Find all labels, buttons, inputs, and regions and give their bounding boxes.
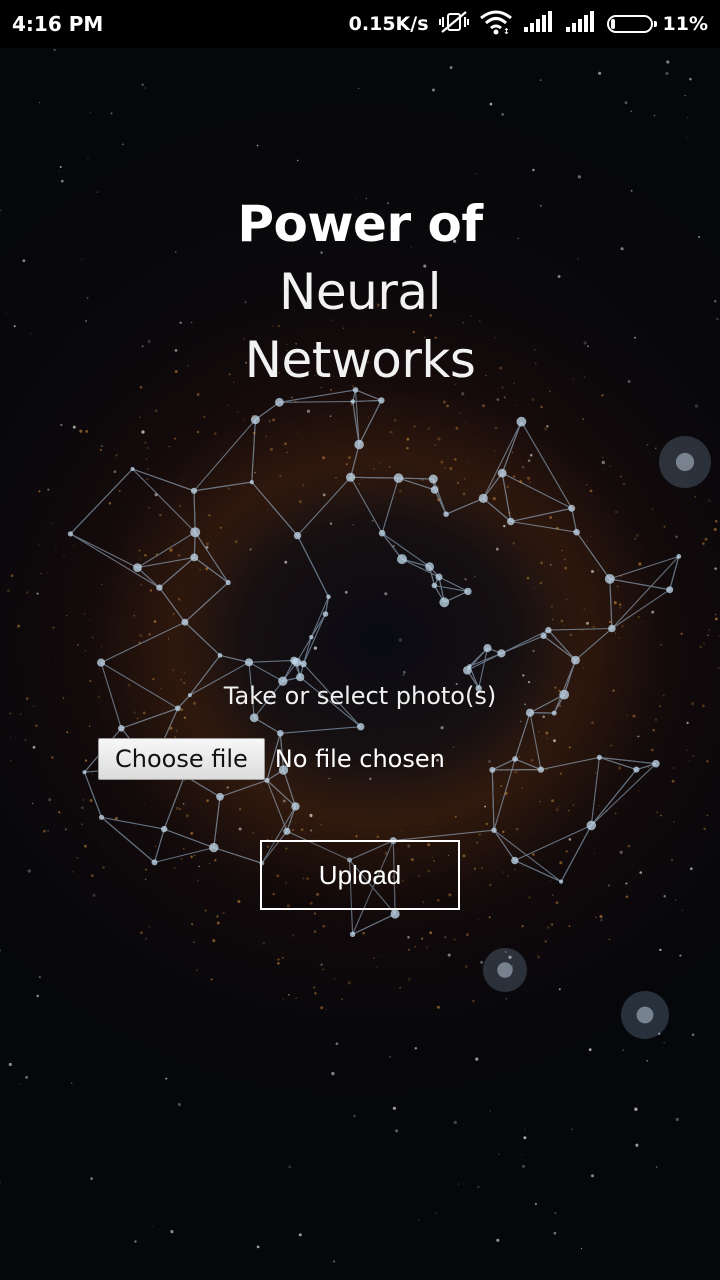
battery-percent: 11% [662, 13, 708, 35]
network-speed: 0.15K/s [348, 13, 429, 35]
status-right-group: 0.15K/s ↕ 11% [339, 9, 708, 39]
headline-line-1: Power of [237, 195, 483, 253]
signal-icon [565, 10, 597, 38]
wifi-icon: ↕ [479, 9, 513, 40]
battery-level-fill [610, 19, 615, 29]
file-input: Choose file No file chosen [98, 738, 445, 780]
upload-button[interactable]: Upload [260, 840, 460, 910]
svg-text:↕: ↕ [503, 27, 510, 35]
mute-vibrate-icon [438, 9, 469, 40]
choose-file-button[interactable]: Choose file [98, 738, 265, 780]
upload-prompt: Take or select photo(s) [223, 682, 497, 710]
battery-icon [606, 15, 657, 33]
status-time: 4:16 PM [12, 12, 104, 36]
status-bar: 4:16 PM 0.15K/s ↕ 11% [0, 0, 720, 48]
headline-line-2: Neural [279, 263, 441, 321]
file-status-text: No file chosen [274, 745, 445, 773]
headline: Power of Neural Networks [0, 190, 720, 394]
headline-line-3: Networks [244, 331, 476, 389]
signal-icon [523, 10, 555, 38]
app-screen: 4:16 PM 0.15K/s ↕ 11% Power of Neural Ne… [0, 0, 720, 1280]
